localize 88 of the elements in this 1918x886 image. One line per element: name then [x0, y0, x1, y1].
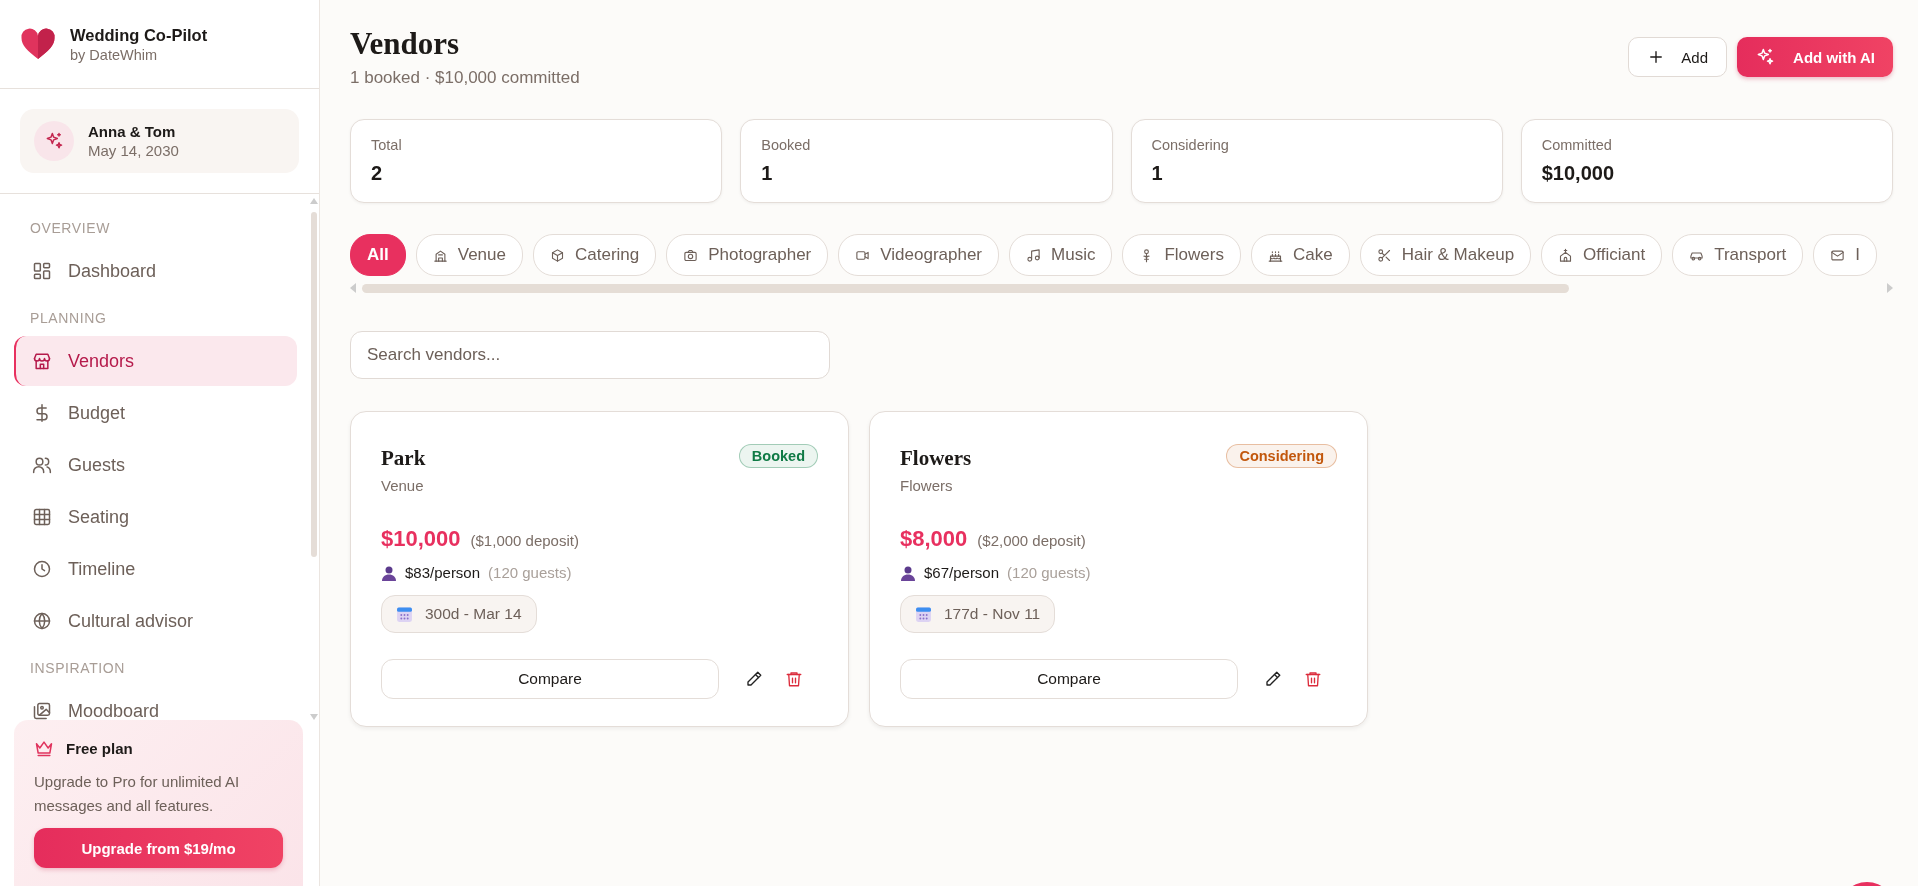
box-icon — [549, 247, 565, 263]
sidebar-item[interactable]: Guests — [14, 440, 297, 490]
category-chip[interactable]: Flowers — [1122, 234, 1241, 276]
stat-value: $10,000 — [1541, 162, 1616, 185]
calendar-icon — [396, 605, 413, 623]
sidebar-item[interactable]: Seating — [14, 492, 297, 542]
scroll-up-arrow-icon[interactable] — [310, 198, 318, 204]
category-chip[interactable]: Transport — [1672, 234, 1804, 276]
vendor-category: Venue — [381, 477, 425, 494]
category-chip[interactable]: Photographer — [666, 234, 829, 276]
person-icon — [900, 564, 916, 581]
stat-label: Considering — [1151, 137, 1230, 153]
sidebar-item[interactable]: Vendors — [14, 336, 297, 386]
sparkle-icon — [1755, 47, 1776, 67]
event-date: 177d - Nov 11 — [944, 605, 1041, 623]
sidebar-item[interactable]: Timeline — [14, 544, 297, 594]
guest-count: (120 guests) — [1007, 564, 1091, 581]
category-chip[interactable]: All — [350, 234, 406, 276]
app-name: Wedding Co-Pilot — [70, 25, 208, 45]
music-note-icon — [1026, 247, 1042, 263]
vendor-category: Flowers — [900, 477, 954, 494]
nav-section-label: PLANNING — [29, 309, 108, 328]
sidebar-item[interactable]: Dashboard — [14, 246, 297, 296]
sidebar-item[interactable]: Cultural advisor — [14, 596, 297, 646]
sparkle-icon — [34, 121, 74, 161]
page-title: Vendors — [350, 26, 461, 62]
calendar-icon — [915, 605, 932, 623]
compare-button[interactable]: Compare — [381, 659, 719, 699]
event-date: 300d - Mar 14 — [425, 605, 522, 623]
category-chip[interactable]: Music — [1009, 234, 1113, 276]
stat-value: 1 — [1151, 162, 1164, 185]
nav-section-label: INSPIRATION — [29, 659, 127, 678]
compare-button[interactable]: Compare — [900, 659, 1238, 699]
couple-names: Anna & Tom — [88, 123, 177, 140]
scroll-down-arrow-icon[interactable] — [310, 714, 318, 720]
person-icon — [381, 564, 397, 581]
cost-per-person: $67/person — [924, 564, 1000, 581]
images-icon — [32, 701, 52, 721]
category-chip[interactable]: Venue — [415, 234, 523, 276]
couple-card[interactable]: Anna & Tom May 14, 2030 — [20, 109, 299, 173]
status-badge: Booked — [738, 444, 818, 468]
category-chip[interactable]: Cake — [1250, 234, 1350, 276]
wedding-date: May 14, 2030 — [88, 142, 179, 159]
deposit-amount: ($2,000 deposit) — [977, 532, 1086, 549]
scroll-right-arrow-icon[interactable] — [1887, 283, 1893, 293]
vendor-price: $8,000 — [900, 526, 968, 552]
cost-per-person: $83/person — [405, 564, 481, 581]
category-chip[interactable]: I — [1813, 234, 1877, 276]
category-chip[interactable]: Catering — [532, 234, 657, 276]
upgrade-button[interactable]: Upgrade from $19/mo — [34, 828, 283, 868]
vendor-name: Flowers — [900, 446, 972, 471]
globe-icon — [32, 611, 52, 631]
stat-value: 1 — [761, 162, 774, 185]
stat-label: Committed — [1541, 137, 1613, 153]
guest-count: (120 guests) — [488, 564, 572, 581]
stat-label: Total — [371, 137, 403, 153]
status-badge: Considering — [1226, 444, 1337, 468]
table-icon — [32, 507, 52, 527]
search-field[interactable]: Search vendors... — [350, 331, 830, 379]
stat-value: 2 — [371, 162, 384, 185]
heart-logo-icon — [20, 27, 56, 61]
plan-title: Free plan — [66, 739, 133, 757]
scroll-left-arrow-icon[interactable] — [350, 283, 356, 293]
category-chip[interactable]: Officiant — [1541, 234, 1663, 276]
vendor-price: $10,000 — [381, 526, 461, 552]
vendor-name: Park — [381, 446, 426, 471]
camera-icon — [683, 247, 699, 263]
building-icon — [432, 247, 448, 263]
deposit-amount: ($1,000 deposit) — [470, 532, 579, 549]
scissors-icon — [1376, 247, 1392, 263]
plan-description: Upgrade to Pro for unlimited AI messages and all features. — [34, 772, 241, 816]
app-byline: by DateWhim — [70, 46, 159, 63]
horizontal-scrollbar[interactable] — [350, 282, 1893, 294]
sidebar-item[interactable]: Moodboard — [14, 686, 297, 733]
add-button[interactable]: Add — [1628, 37, 1728, 77]
add-with-ai-button[interactable]: Add with AI — [1737, 37, 1893, 77]
chapel-icon — [1558, 247, 1574, 263]
stat-label: Booked — [761, 137, 812, 153]
grid-icon — [32, 261, 52, 281]
page-subtitle: 1 booked · $10,000 committed — [350, 68, 580, 88]
category-chip[interactable]: Hair & Makeup — [1359, 234, 1532, 276]
users-icon — [32, 455, 52, 475]
clock-icon — [32, 559, 52, 579]
category-chip[interactable]: Videographer — [838, 234, 1000, 276]
mail-icon — [1830, 247, 1846, 263]
nav-section-label: OVERVIEW — [29, 219, 111, 238]
store-icon — [32, 351, 52, 371]
sidebar-item[interactable]: Budget — [14, 388, 297, 438]
